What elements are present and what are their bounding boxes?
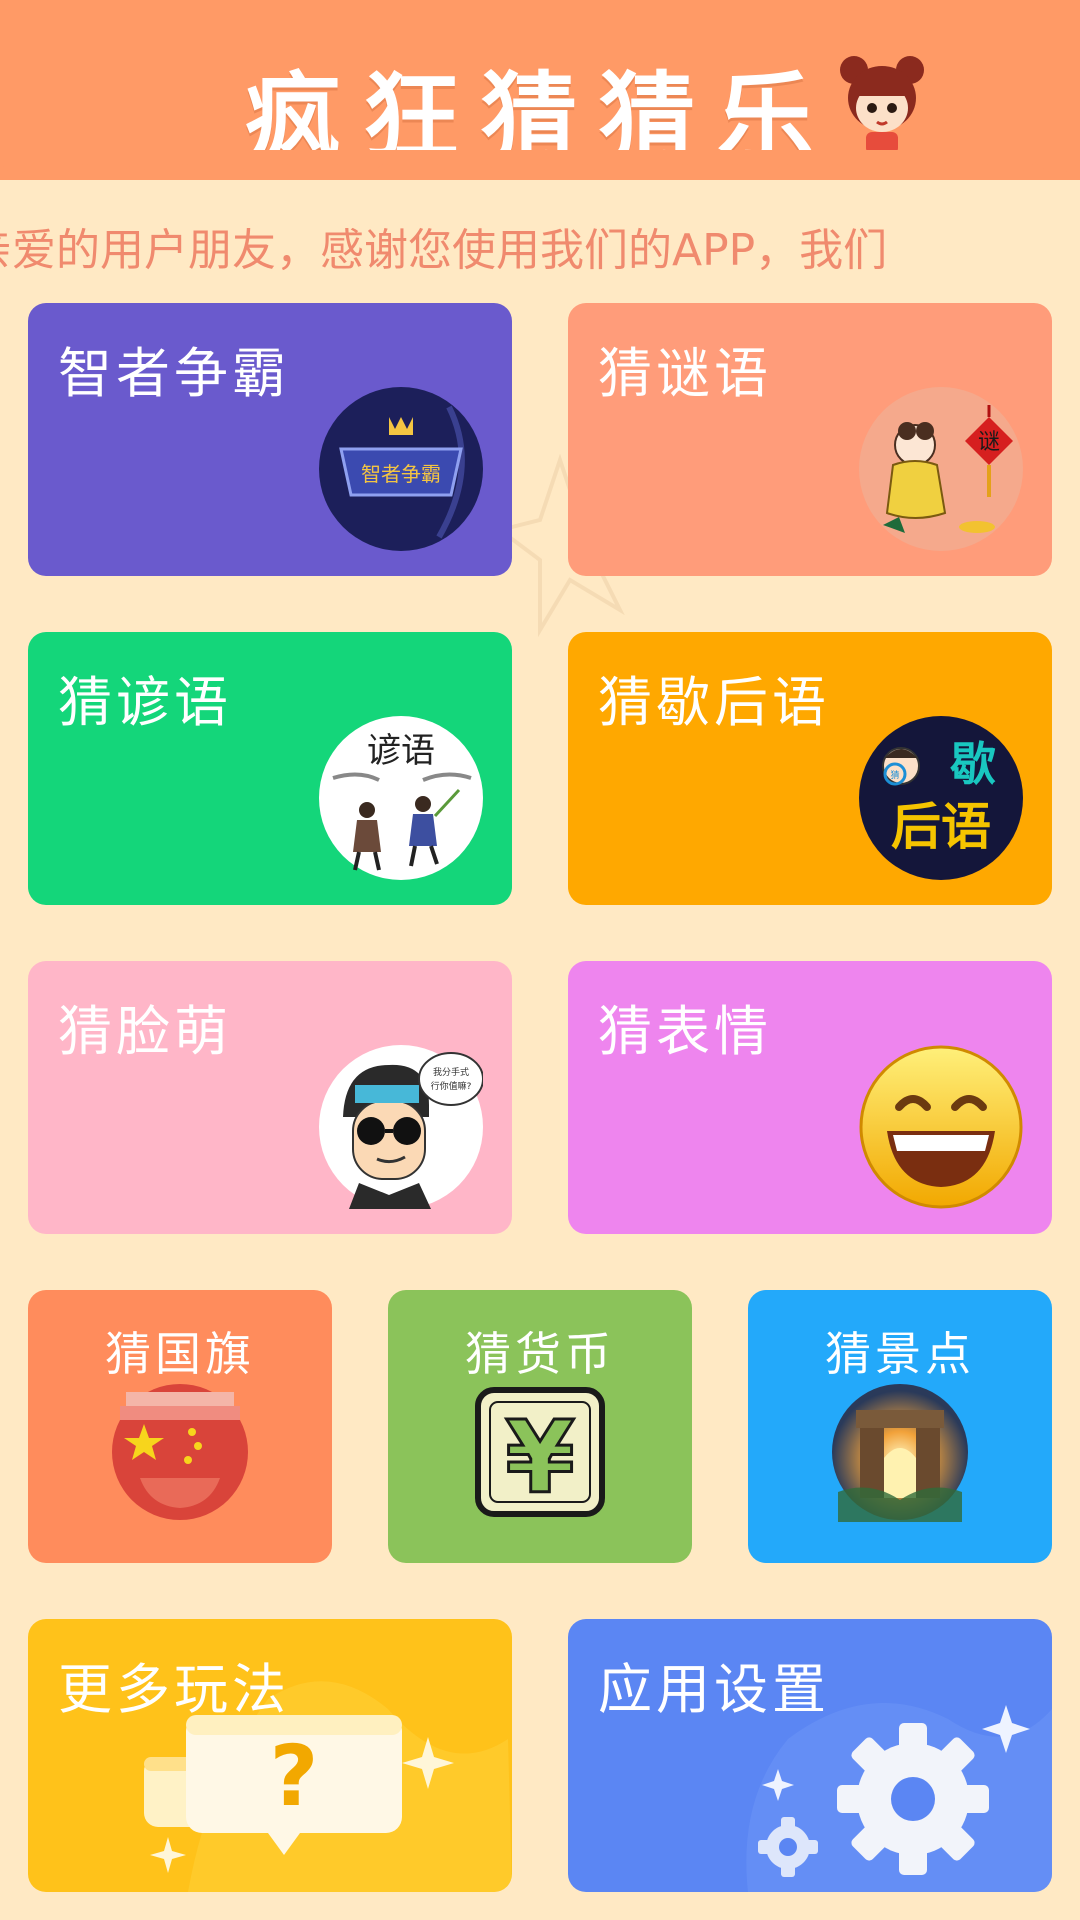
flag-icon bbox=[112, 1384, 248, 1520]
card-cai-jingdian[interactable]: 猜景点 bbox=[748, 1290, 1052, 1563]
announcement-marquee: 亲爱的用户朋友，感谢您使用我们的APP，我们 bbox=[0, 214, 1080, 274]
svg-text:行你值嘛?: 行你值嘛? bbox=[431, 1080, 472, 1092]
grin-emoji-icon bbox=[859, 1045, 1023, 1209]
proverb-figures-icon: 谚语 bbox=[319, 716, 483, 880]
card-cai-yanyu[interactable]: 猜谚语 谚语 bbox=[28, 632, 512, 905]
svg-text:我分手式: 我分手式 bbox=[433, 1066, 469, 1078]
question-bubble-icon: ? bbox=[144, 1715, 454, 1873]
card-cai-xiehouyu[interactable]: 猜歇后语 猜 歇 后语 bbox=[568, 632, 1052, 905]
xiehouyu-badge-icon: 猜 歇 后语 bbox=[859, 716, 1023, 880]
gear-icon bbox=[758, 1705, 1030, 1877]
riddle-lantern-icon: 谜 bbox=[859, 387, 1023, 551]
card-app-settings[interactable]: 应用设置 bbox=[568, 1619, 1052, 1892]
mascot-girl-icon bbox=[840, 56, 924, 154]
card-cai-miyu[interactable]: 猜谜语 谜 bbox=[568, 303, 1052, 576]
svg-text:猜: 猜 bbox=[890, 769, 899, 781]
svg-text:谜: 谜 bbox=[978, 430, 1000, 455]
yen-icon: ¥ bbox=[475, 1387, 605, 1518]
svg-text:歇: 歇 bbox=[950, 737, 996, 791]
header-wave bbox=[0, 150, 1080, 174]
cartoon-face-icon: 我分手式 行你值嘛? bbox=[319, 1045, 483, 1209]
svg-text:¥: ¥ bbox=[505, 1399, 575, 1516]
card-label: 猜谜语 bbox=[598, 342, 772, 405]
card-label: 猜歇后语 bbox=[598, 671, 830, 734]
card-more-modes[interactable]: 更多玩法 ? bbox=[28, 1619, 512, 1892]
header-bar: 疯狂猜猜乐 bbox=[0, 0, 1080, 180]
card-zhizhe-zhengba[interactable]: 智者争霸 智者争霸 bbox=[28, 303, 512, 576]
card-cai-huobi[interactable]: 猜货币 ¥ bbox=[388, 1290, 692, 1563]
card-label: 猜景点 bbox=[825, 1327, 975, 1381]
svg-text:智者争霸: 智者争霸 bbox=[361, 462, 441, 486]
svg-text:谚语: 谚语 bbox=[367, 731, 435, 771]
svg-text:后语: 后语 bbox=[891, 798, 991, 856]
crown-badge-icon: 智者争霸 bbox=[319, 387, 483, 551]
card-label: 智者争霸 bbox=[58, 342, 290, 405]
card-label: 猜表情 bbox=[598, 1000, 772, 1063]
card-label: 猜国旗 bbox=[105, 1327, 255, 1381]
arch-landmark-icon bbox=[832, 1384, 968, 1522]
card-cai-lianmeng[interactable]: 猜脸萌 我分手式 行你值嘛? bbox=[28, 961, 512, 1234]
card-label: 猜货币 bbox=[465, 1327, 615, 1381]
card-label: 猜谚语 bbox=[58, 671, 232, 734]
svg-text:?: ? bbox=[270, 1727, 319, 1825]
announcement-text: 亲爱的用户朋友，感谢您使用我们的APP，我们 bbox=[0, 225, 888, 274]
card-cai-guoqi[interactable]: 猜国旗 bbox=[28, 1290, 332, 1563]
card-label: 猜脸萌 bbox=[58, 1000, 232, 1063]
card-cai-biaoqing[interactable]: 猜表情 bbox=[568, 961, 1052, 1234]
